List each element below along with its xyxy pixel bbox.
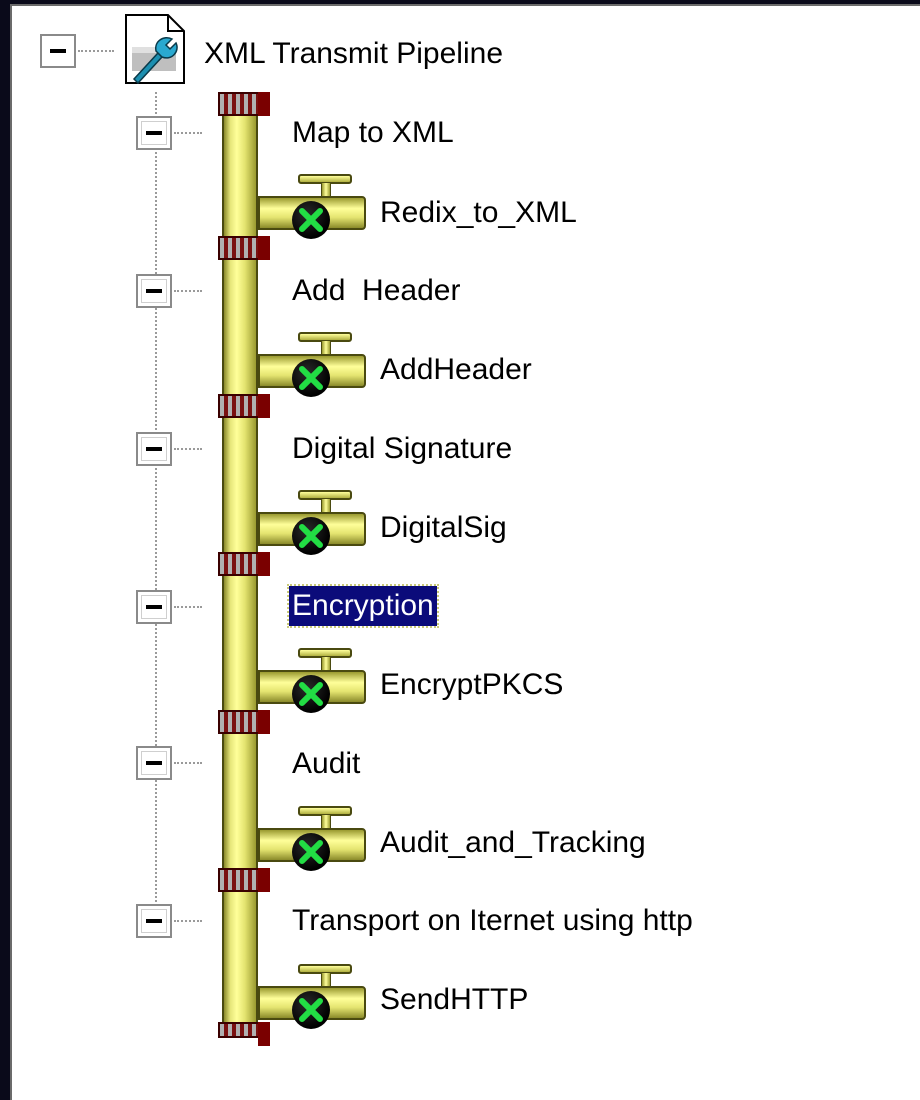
stage-connector xyxy=(174,606,202,608)
stage-collapse-toggle[interactable] xyxy=(136,590,172,624)
stage-connector xyxy=(174,448,202,450)
stage-collapse-toggle[interactable] xyxy=(136,432,172,466)
pipe-joint xyxy=(218,710,270,734)
stage-collapse-toggle[interactable] xyxy=(136,746,172,780)
stage-label[interactable]: Transport on Iternet using http xyxy=(292,901,693,941)
stage-label[interactable]: Add Header xyxy=(292,271,460,311)
valve-green-check-icon xyxy=(292,991,330,1029)
component-label[interactable]: SendHTTP xyxy=(380,980,528,1020)
pipe-joint xyxy=(218,236,270,260)
pipe-joint xyxy=(218,868,270,892)
valve-green-check-icon xyxy=(292,517,330,555)
pipe-joint xyxy=(218,552,270,576)
valve-green-check-icon xyxy=(292,359,330,397)
stage-label-selected[interactable]: Encryption xyxy=(287,584,439,628)
stage-label[interactable]: Map to XML xyxy=(292,113,454,153)
component-label[interactable]: Audit_and_Tracking xyxy=(380,823,646,863)
component-label[interactable]: DigitalSig xyxy=(380,508,507,548)
stage-connector xyxy=(174,132,202,134)
root-label[interactable]: XML Transmit Pipeline xyxy=(204,34,503,74)
valve-green-check-icon xyxy=(292,201,330,239)
pipeline-document-icon xyxy=(124,13,186,85)
stage-label[interactable]: Audit xyxy=(292,744,360,784)
pipe-joint xyxy=(218,92,270,116)
stage-connector xyxy=(174,762,202,764)
component-label[interactable]: EncryptPKCS xyxy=(380,665,563,705)
component-label[interactable]: AddHeader xyxy=(380,350,532,390)
pipe-joint xyxy=(218,1022,270,1046)
stage-collapse-toggle[interactable] xyxy=(136,116,172,150)
root-collapse-toggle[interactable] xyxy=(40,34,76,68)
valve-green-check-icon xyxy=(292,833,330,871)
component-label[interactable]: Redix_to_XML xyxy=(380,193,577,233)
pipeline-tree: XML Transmit Pipeline Map to XML Redix_t… xyxy=(12,6,920,1100)
stage-connector xyxy=(174,290,202,292)
tree-guide-line xyxy=(155,92,157,922)
pipeline-tree-panel: XML Transmit Pipeline Map to XML Redix_t… xyxy=(10,4,920,1100)
pipe-joint xyxy=(218,394,270,418)
root-connector xyxy=(78,50,114,52)
stage-connector xyxy=(174,920,202,922)
valve-green-check-icon xyxy=(292,675,330,713)
stage-collapse-toggle[interactable] xyxy=(136,904,172,938)
stage-collapse-toggle[interactable] xyxy=(136,274,172,308)
stage-label[interactable]: Digital Signature xyxy=(292,429,512,469)
